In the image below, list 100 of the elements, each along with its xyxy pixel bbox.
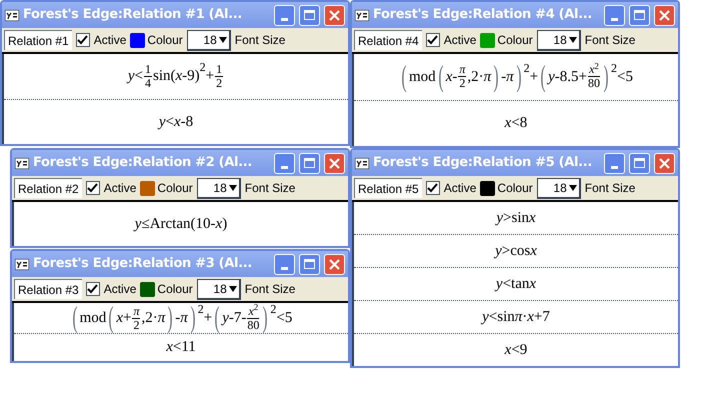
active-checkbox[interactable] (426, 33, 440, 47)
font-size-dropdown[interactable]: 18 (186, 30, 231, 50)
big-parenthesis: ( (108, 303, 114, 333)
font-size-label: Font Size (584, 32, 636, 49)
active-label: Active (444, 180, 476, 197)
font-size-value: 18 (213, 180, 227, 196)
formula-text: x<9 (504, 340, 528, 360)
variable: x (530, 242, 537, 261)
window-title: Forest's Edge:Relation #2 (Al... (33, 154, 253, 172)
minimize-button[interactable] (274, 254, 295, 274)
formula-text: mod (409, 68, 436, 86)
close-button[interactable] (324, 4, 345, 26)
big-parenthesis: ( (72, 303, 78, 333)
active-checkbox[interactable] (86, 282, 100, 296)
maximize-button[interactable] (299, 4, 320, 26)
minimize-button[interactable] (604, 4, 625, 26)
big-parenthesis: ) (516, 62, 522, 92)
formula-text: y<sin (482, 308, 515, 327)
exponent: 2 (270, 303, 276, 315)
close-button[interactable] (654, 152, 675, 174)
app-icon (15, 158, 29, 168)
maximize-button[interactable] (629, 152, 650, 174)
font-size-value: 18 (553, 180, 567, 196)
maximize-button[interactable] (299, 152, 320, 174)
exponent: 2 (611, 62, 618, 74)
caret-icon (568, 184, 577, 190)
formula-text: <5 (276, 308, 292, 328)
close-icon (329, 158, 340, 168)
caret-icon (228, 286, 237, 292)
close-button[interactable] (324, 152, 345, 174)
relation-name-field[interactable]: Relation #2 (14, 178, 82, 198)
fraction: x$^{2}$ 80 (247, 304, 260, 332)
formula-text: y< (128, 67, 143, 86)
formula-text: y<tan (496, 274, 530, 294)
formula-text: y>cos (495, 242, 530, 261)
font-size-dropdown[interactable]: 18 (536, 30, 581, 50)
active-label: Active (104, 281, 136, 298)
close-button[interactable] (654, 4, 675, 26)
maximize-button[interactable] (629, 4, 650, 26)
colour-swatch[interactable] (480, 180, 496, 196)
variable: x (176, 67, 182, 86)
window-title: Forest's Edge:Relation #5 (Al... (373, 154, 593, 172)
big-parenthesis: ) (168, 303, 173, 333)
font-size-value: 18 (553, 32, 567, 48)
relation-name-field[interactable]: Relation #1 (4, 30, 72, 50)
big-parenthesis: ( (214, 303, 220, 333)
active-checkbox[interactable] (76, 33, 90, 47)
check-icon (87, 284, 98, 294)
formula-text: x+ (116, 308, 132, 328)
close-icon (329, 258, 340, 270)
font-size-label: Font Size (584, 180, 636, 197)
close-icon (659, 158, 670, 168)
minimize-button[interactable] (274, 152, 295, 174)
colour-swatch[interactable] (140, 282, 156, 296)
font-size-dropdown[interactable]: 18 (196, 278, 241, 300)
minimize-button[interactable] (274, 4, 295, 26)
font-size-dropdown[interactable]: 18 (196, 178, 241, 198)
variable: π (514, 308, 522, 327)
relation-name-field[interactable]: Relation #4 (354, 30, 422, 50)
close-button[interactable] (324, 254, 345, 274)
close-icon (659, 10, 670, 20)
close-icon (329, 10, 340, 20)
fraction: x$^{2}$ 80 (588, 63, 600, 90)
font-size-label: Font Size (244, 180, 296, 197)
exponent: 2 (524, 62, 530, 74)
app-icon (355, 10, 369, 20)
font-size-label: Font Size (244, 281, 296, 298)
font-size-value: 18 (203, 32, 217, 48)
variable: x (528, 208, 536, 228)
minimize-button[interactable] (604, 152, 625, 174)
formula-text: y<x-8 (158, 112, 194, 132)
formula-text: ,2·π (141, 308, 166, 328)
colour-label: Colour (497, 32, 533, 49)
formula-text: ·x+7 (522, 308, 550, 327)
caret-icon (228, 184, 237, 190)
maximize-button[interactable] (299, 254, 320, 274)
colour-label: Colour (157, 180, 193, 197)
font-size-value: 18 (213, 280, 227, 298)
colour-swatch[interactable] (480, 32, 496, 48)
colour-swatch[interactable] (140, 180, 156, 196)
active-checkbox[interactable] (86, 181, 100, 195)
fraction: 1 2 (215, 62, 224, 90)
relation-name-field[interactable]: Relation #5 (354, 178, 422, 198)
app-icon (15, 258, 29, 270)
formula-text: y>sin (496, 208, 529, 228)
check-icon (87, 183, 98, 193)
relation-name-field[interactable]: Relation #3 (14, 279, 82, 299)
formula-text: -π (175, 308, 188, 328)
formula-text: y-8.5+ (548, 68, 588, 86)
formula-text: + (204, 308, 212, 328)
caret-icon (218, 36, 227, 42)
window-title: Forest's Edge:Relation #3 (Al... (33, 255, 253, 274)
colour-swatch[interactable] (130, 32, 146, 48)
fraction: 1 4 (144, 62, 152, 90)
big-parenthesis: ( (402, 62, 407, 92)
check-icon (77, 35, 88, 45)
variable: x (529, 274, 536, 294)
colour-label: Colour (497, 180, 533, 197)
active-checkbox[interactable] (426, 181, 440, 195)
font-size-dropdown[interactable]: 18 (536, 178, 581, 198)
